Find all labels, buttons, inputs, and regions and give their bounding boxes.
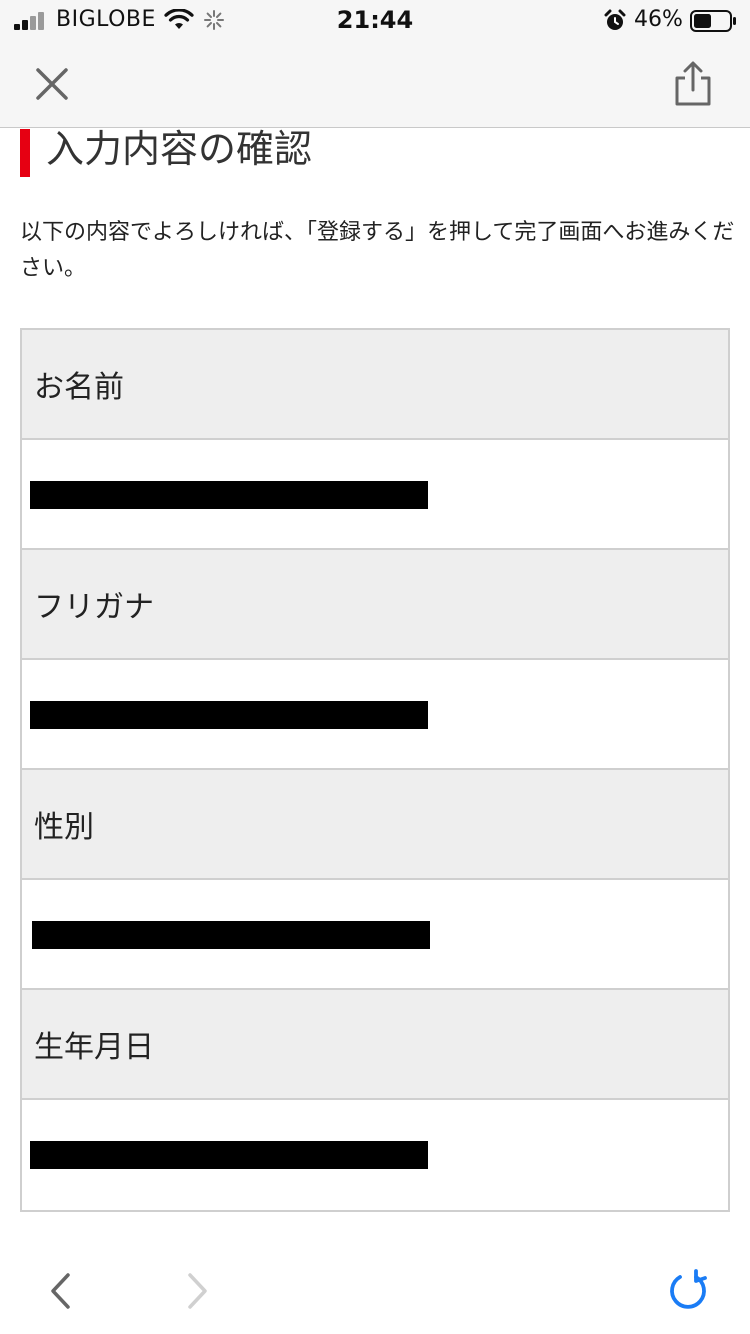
page-content: 入力内容の確認 以下の内容でよろしければ、「登録する」を押して完了画面へお進みく… <box>0 129 750 1239</box>
redacted-value <box>30 701 428 729</box>
browser-top-bar <box>0 42 750 128</box>
status-bar: BIGLOBE 21:44 46% <box>0 0 750 42</box>
field-value-row-name <box>22 440 728 550</box>
field-value-row-birthdate <box>22 1100 728 1210</box>
field-label-row-gender: 性別 <box>22 770 728 880</box>
redacted-value <box>32 921 430 949</box>
page-title: 入力内容の確認 <box>20 129 312 177</box>
field-label-gender: 性別 <box>34 810 94 845</box>
reload-icon[interactable] <box>666 1269 710 1313</box>
confirmation-table: お名前 フリガナ 性別 生年月日 <box>20 328 730 1212</box>
page-title-text: 入力内容の確認 <box>46 129 313 171</box>
browser-bottom-bar <box>0 1239 750 1334</box>
intro-text: 以下の内容でよろしければ、「登録する」を押して完了画面へお進みください。 <box>20 220 735 281</box>
chevron-right-icon[interactable] <box>180 1271 214 1311</box>
battery-icon <box>690 10 736 32</box>
redacted-value <box>30 1141 428 1169</box>
field-value-row-gender <box>22 880 728 990</box>
field-value-row-furigana <box>22 660 728 770</box>
field-label-name: お名前 <box>34 370 124 405</box>
battery-percent: 46% <box>634 7 683 32</box>
close-icon[interactable] <box>30 62 74 106</box>
alarm-icon <box>604 9 626 30</box>
field-label-furigana: フリガナ <box>34 590 154 625</box>
field-label-row-name: お名前 <box>22 330 728 440</box>
share-icon[interactable] <box>668 60 718 108</box>
field-label-row-furigana: フリガナ <box>22 550 728 660</box>
field-label-row-birthdate: 生年月日 <box>22 990 728 1100</box>
chevron-left-icon[interactable] <box>44 1271 78 1311</box>
field-label-birthdate: 生年月日 <box>34 1030 154 1065</box>
redacted-value <box>30 481 428 509</box>
